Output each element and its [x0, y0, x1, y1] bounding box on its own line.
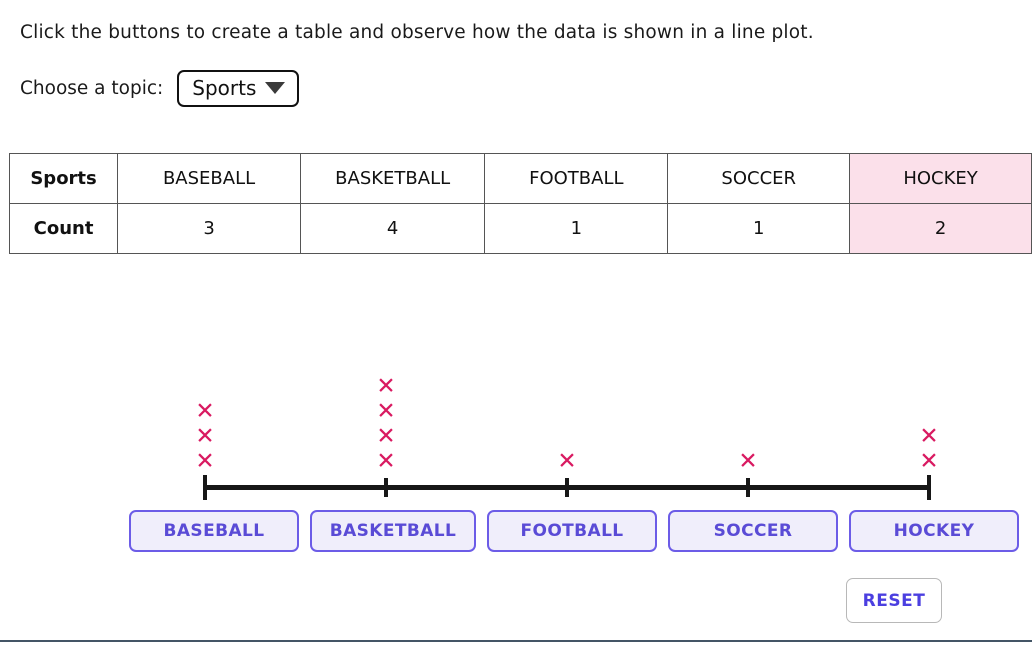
button-hockey[interactable]: HOCKEY: [849, 510, 1019, 552]
table-row-count: Count 3 4 1 1 2: [8, 203, 1032, 254]
table-rowheader-sports: Sports: [8, 153, 119, 204]
topic-label: Choose a topic:: [20, 78, 164, 99]
table-cell-category-football: FOOTBALL: [484, 153, 669, 204]
plot-tick-soccer: [746, 478, 750, 497]
instruction-text: Click the buttons to create a table and …: [20, 22, 814, 43]
table-cell-count-baseball: 3: [117, 203, 301, 254]
plot-xmark-basketball: ✕: [376, 373, 396, 400]
table-cell-category-soccer: SOCCER: [667, 153, 851, 204]
table-cell-category-basketball: BASKETBALL: [299, 153, 486, 204]
plot-xmark-football: ✕: [557, 448, 577, 475]
plot-xmark-baseball: ✕: [195, 398, 215, 425]
plot-xmark-baseball: ✕: [195, 448, 215, 475]
data-table: Sports BASEBALL BASKETBALL FOOTBALL SOCC…: [8, 153, 1032, 254]
topic-chooser-row: Choose a topic: Sports: [20, 70, 300, 107]
plot-xmark-basketball: ✕: [376, 398, 396, 425]
table-cell-category-hockey: HOCKEY: [849, 153, 1032, 204]
line-plot: [0, 300, 1032, 510]
plot-xmark-basketball: ✕: [376, 423, 396, 450]
plot-xmark-hockey: ✕: [919, 448, 939, 475]
topic-select[interactable]: Sports: [177, 70, 300, 107]
table-row-sports: Sports BASEBALL BASKETBALL FOOTBALL SOCC…: [8, 153, 1032, 204]
button-soccer[interactable]: SOCCER: [668, 510, 838, 552]
plot-tick-hockey: [927, 475, 931, 500]
table-cell-category-baseball: BASEBALL: [117, 153, 301, 204]
footer-divider: [0, 640, 1032, 642]
table-cell-count-soccer: 1: [667, 203, 851, 254]
topic-select-value: Sports: [192, 76, 257, 100]
plot-xmark-soccer: ✕: [738, 448, 758, 475]
plot-tick-football: [565, 478, 569, 497]
plot-xmark-hockey: ✕: [919, 423, 939, 450]
reset-button[interactable]: RESET: [846, 578, 942, 623]
button-baseball[interactable]: BASEBALL: [129, 510, 299, 552]
plot-tick-baseball: [203, 475, 207, 500]
plot-xmark-baseball: ✕: [195, 423, 215, 450]
category-button-group: BASEBALL BASKETBALL FOOTBALL SOCCER HOCK…: [129, 510, 1019, 552]
table-rowheader-count: Count: [8, 203, 119, 254]
button-basketball[interactable]: BASKETBALL: [310, 510, 476, 552]
table-cell-count-basketball: 4: [299, 203, 486, 254]
table-cell-count-football: 1: [484, 203, 669, 254]
plot-xmark-basketball: ✕: [376, 448, 396, 475]
plot-tick-basketball: [384, 478, 388, 497]
button-football[interactable]: FOOTBALL: [487, 510, 657, 552]
table-cell-count-hockey: 2: [849, 203, 1032, 254]
chevron-down-icon: [265, 82, 286, 94]
